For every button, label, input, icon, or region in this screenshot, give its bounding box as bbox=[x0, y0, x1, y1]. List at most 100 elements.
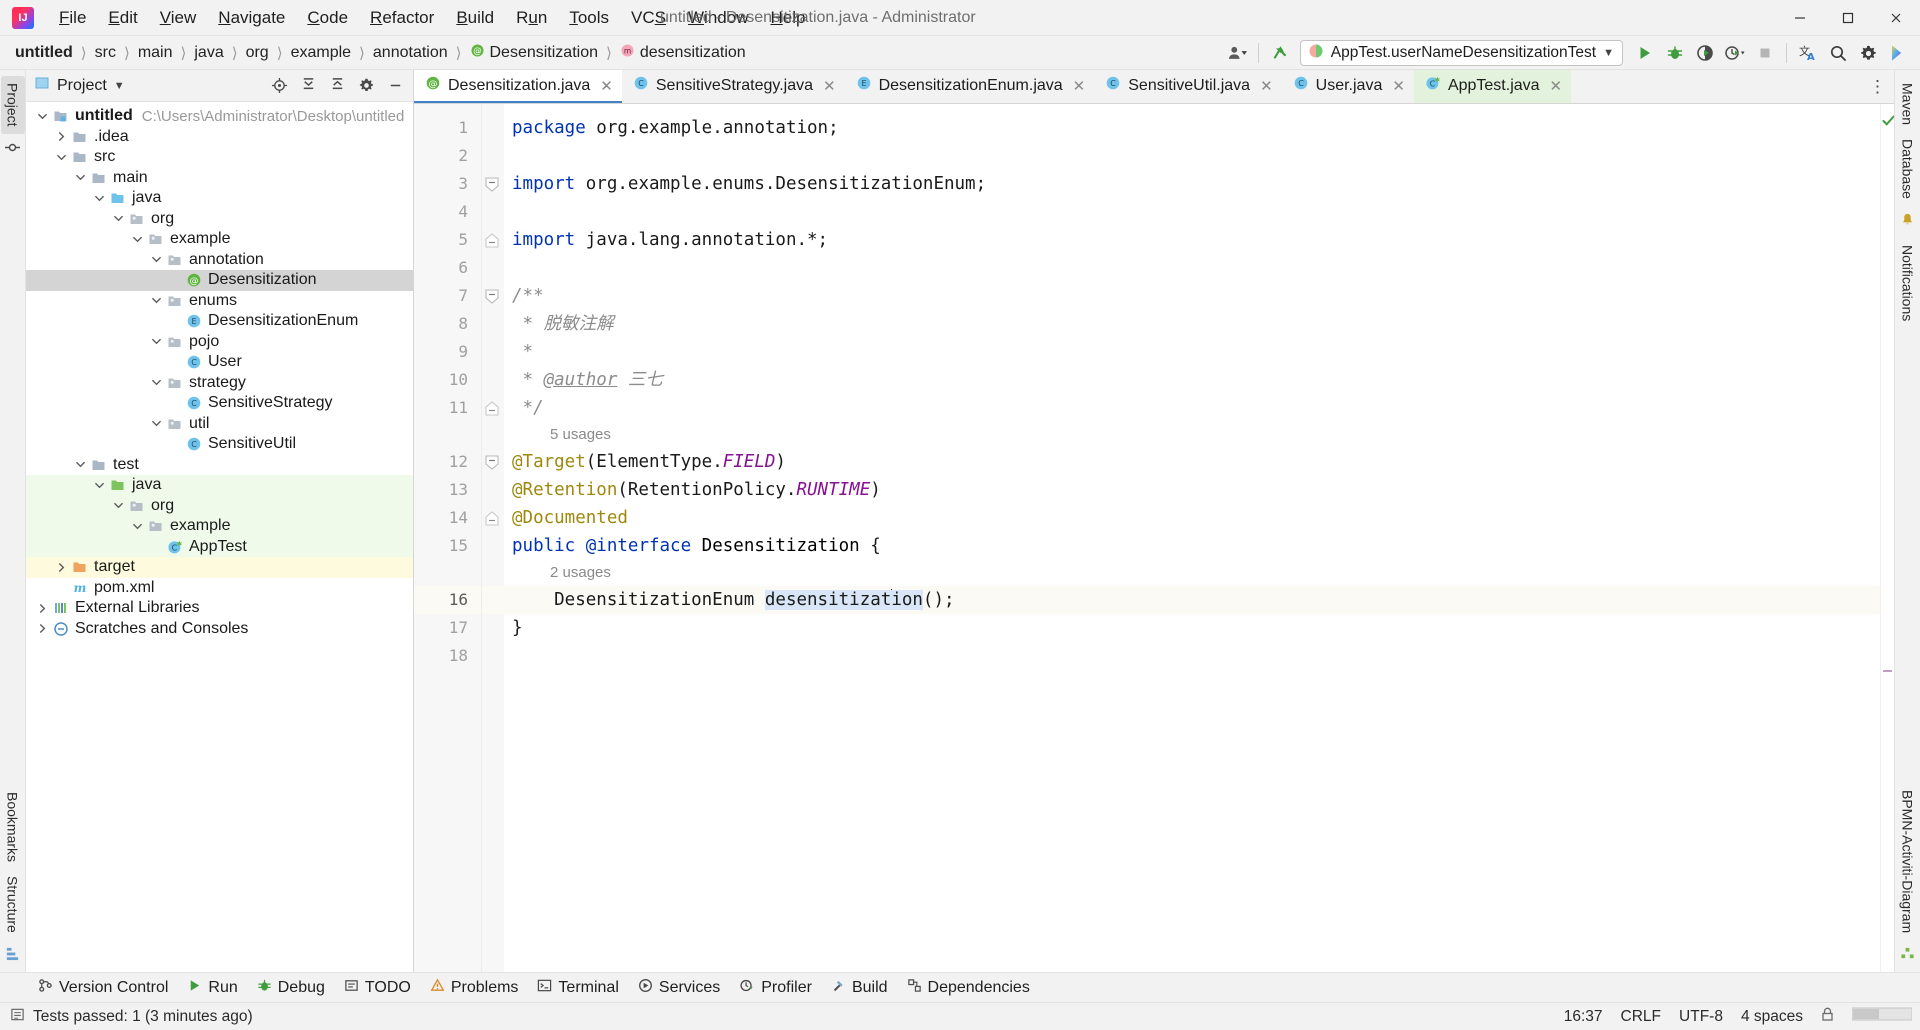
code-line[interactable]: @Retention(RetentionPolicy.RUNTIME) bbox=[504, 476, 1880, 504]
fold-end-icon[interactable] bbox=[482, 394, 504, 422]
tree-node-pojo[interactable]: pojo bbox=[26, 332, 413, 353]
chevron-down-icon[interactable] bbox=[148, 295, 165, 306]
breadcrumb-item-annotation[interactable]: annotation bbox=[368, 42, 453, 64]
breadcrumb-item-example[interactable]: example bbox=[286, 42, 356, 64]
bottom-tool-todo[interactable]: TODO bbox=[336, 975, 419, 1001]
breadcrumb-item-untitled[interactable]: untitled bbox=[10, 42, 78, 64]
structure-icon[interactable] bbox=[5, 946, 20, 966]
select-opened-file-icon[interactable] bbox=[265, 73, 293, 99]
breadcrumb-item-desensitization-method[interactable]: m desensitization bbox=[615, 41, 751, 65]
tree-node-desensitizationenum[interactable]: E DesensitizationEnum bbox=[26, 311, 413, 332]
bottom-tool-build[interactable]: Build bbox=[823, 975, 896, 1001]
tree-node-target[interactable]: target bbox=[26, 557, 413, 578]
sidebar-tab-maven[interactable]: Maven bbox=[1896, 76, 1920, 132]
menu-file[interactable]: File bbox=[48, 4, 97, 32]
tree-node-main[interactable]: main bbox=[26, 168, 413, 189]
close-tab-icon[interactable]: ✕ bbox=[1073, 77, 1086, 95]
chevron-down-icon[interactable] bbox=[91, 193, 108, 204]
diagram-icon[interactable] bbox=[1900, 946, 1915, 966]
sidebar-tab-project[interactable]: Project bbox=[0, 76, 25, 134]
close-button[interactable] bbox=[1872, 0, 1920, 36]
code-line[interactable]: * 脱敏注解 bbox=[504, 310, 1880, 338]
run-with-coverage-button[interactable] bbox=[1691, 40, 1719, 66]
chevron-right-icon[interactable] bbox=[53, 131, 70, 142]
editor-tab-sensitivestrategy-java[interactable]: C SensitiveStrategy.java ✕ bbox=[621, 70, 845, 103]
code-line[interactable]: @Documented bbox=[504, 504, 1880, 532]
status-message-area[interactable]: Tests passed: 1 (3 minutes ago) bbox=[10, 1007, 253, 1027]
editor-tab-apptest-java[interactable]: C AppTest.java ✕ bbox=[1413, 70, 1572, 103]
chevron-right-icon[interactable] bbox=[53, 562, 70, 573]
tree-node-enums[interactable]: enums bbox=[26, 291, 413, 312]
chevron-down-icon[interactable] bbox=[110, 213, 127, 224]
chevron-right-icon[interactable] bbox=[34, 623, 51, 634]
menu-navigate[interactable]: Navigate bbox=[207, 4, 296, 32]
bottom-tool-version-control[interactable]: Version Control bbox=[30, 975, 176, 1001]
bottom-tool-terminal[interactable]: Terminal bbox=[529, 975, 626, 1001]
bottom-tool-run[interactable]: Run bbox=[179, 975, 245, 1001]
account-icon[interactable] bbox=[1223, 40, 1251, 66]
sidebar-tab-database[interactable]: Database bbox=[1896, 132, 1920, 206]
menu-refactor[interactable]: Refactor bbox=[359, 4, 445, 32]
search-icon[interactable] bbox=[1824, 40, 1852, 66]
chevron-down-icon[interactable] bbox=[72, 172, 89, 183]
bottom-tool-problems[interactable]: Problems bbox=[422, 975, 527, 1001]
debug-button[interactable] bbox=[1661, 40, 1689, 66]
chevron-down-icon[interactable] bbox=[129, 234, 146, 245]
tree-node-java[interactable]: java bbox=[26, 188, 413, 209]
project-panel-title[interactable]: Project ▼ bbox=[34, 75, 125, 96]
chevron-down-icon[interactable] bbox=[129, 521, 146, 532]
chevron-right-icon[interactable] bbox=[34, 603, 51, 614]
breadcrumb-item-src[interactable]: src bbox=[90, 42, 121, 64]
close-tab-icon[interactable]: ✕ bbox=[1392, 77, 1405, 95]
tree-node-example[interactable]: example bbox=[26, 229, 413, 250]
fold-end-icon[interactable] bbox=[482, 226, 504, 254]
code-line[interactable]: * @author 三七 bbox=[504, 366, 1880, 394]
tree-node-src[interactable]: src bbox=[26, 147, 413, 168]
code-line[interactable] bbox=[504, 142, 1880, 170]
run-button[interactable] bbox=[1631, 40, 1659, 66]
translate-icon[interactable]: 文 A bbox=[1794, 40, 1822, 66]
editor-tab-user-java[interactable]: C User.java ✕ bbox=[1281, 70, 1414, 103]
editor-tab-desensitizationenum-java[interactable]: E DesensitizationEnum.java ✕ bbox=[844, 70, 1095, 103]
tree-node-annotation[interactable]: annotation bbox=[26, 250, 413, 271]
code-inlay-hint[interactable]: 5 usages bbox=[504, 422, 1880, 448]
status-encoding[interactable]: UTF-8 bbox=[1679, 1008, 1723, 1026]
editor-gutter[interactable]: 1 2 3 4 5 6 7 8 9 10 11 12 13 14 15 16 17 18 bbox=[414, 104, 482, 972]
minimize-button[interactable] bbox=[1776, 0, 1824, 36]
chevron-down-icon[interactable] bbox=[53, 152, 70, 163]
editor-marker-bar[interactable] bbox=[1880, 104, 1894, 972]
no-problems-checkmark-icon[interactable] bbox=[1882, 112, 1894, 132]
code-line[interactable]: import org.example.enums.Desensitization… bbox=[504, 170, 1880, 198]
updates-arrow-icon[interactable] bbox=[1266, 40, 1294, 66]
ai-assistant-icon[interactable] bbox=[1884, 40, 1912, 66]
read-only-lock-icon[interactable] bbox=[1821, 1007, 1834, 1027]
status-indent[interactable]: 4 spaces bbox=[1741, 1008, 1803, 1026]
chevron-down-icon[interactable] bbox=[148, 418, 165, 429]
tree-node-user[interactable]: C User bbox=[26, 352, 413, 373]
tree-node-example[interactable]: example bbox=[26, 516, 413, 537]
editor-code[interactable]: package org.example.annotation; import o… bbox=[504, 104, 1880, 972]
editor-body[interactable]: 1 2 3 4 5 6 7 8 9 10 11 12 13 14 15 16 17 18 package org.… bbox=[414, 104, 1894, 972]
bottom-tool-dependencies[interactable]: Dependencies bbox=[899, 975, 1038, 1001]
hide-panel-icon[interactable] bbox=[381, 73, 409, 99]
notifications-bell-icon[interactable] bbox=[1900, 212, 1915, 232]
tree-node-pom-xml[interactable]: m pom.xml bbox=[26, 578, 413, 599]
bottom-tool-services[interactable]: Services bbox=[630, 975, 728, 1001]
chevron-down-icon[interactable] bbox=[34, 111, 51, 122]
menu-build[interactable]: Build bbox=[445, 4, 505, 32]
profiler-button[interactable] bbox=[1721, 40, 1749, 66]
close-tab-icon[interactable]: ✕ bbox=[823, 77, 836, 95]
marker-tick[interactable] bbox=[1883, 670, 1892, 672]
code-line[interactable]: public @interface Desensitization { bbox=[504, 532, 1880, 560]
sidebar-tab-notifications[interactable]: Notifications bbox=[1896, 238, 1920, 328]
tree-node-scratches-and-consoles[interactable]: Scratches and Consoles bbox=[26, 619, 413, 640]
tree-node-external-libraries[interactable]: External Libraries bbox=[26, 598, 413, 619]
code-line[interactable]: } bbox=[504, 614, 1880, 642]
menu-tools[interactable]: Tools bbox=[558, 4, 620, 32]
code-line[interactable]: import java.lang.annotation.*; bbox=[504, 226, 1880, 254]
sidebar-tab-structure[interactable]: Structure bbox=[1, 869, 25, 940]
breadcrumb-item-java[interactable]: java bbox=[189, 42, 228, 64]
chevron-down-icon[interactable] bbox=[72, 459, 89, 470]
code-line[interactable]: /** bbox=[504, 282, 1880, 310]
menu-run[interactable]: Run bbox=[505, 4, 558, 32]
